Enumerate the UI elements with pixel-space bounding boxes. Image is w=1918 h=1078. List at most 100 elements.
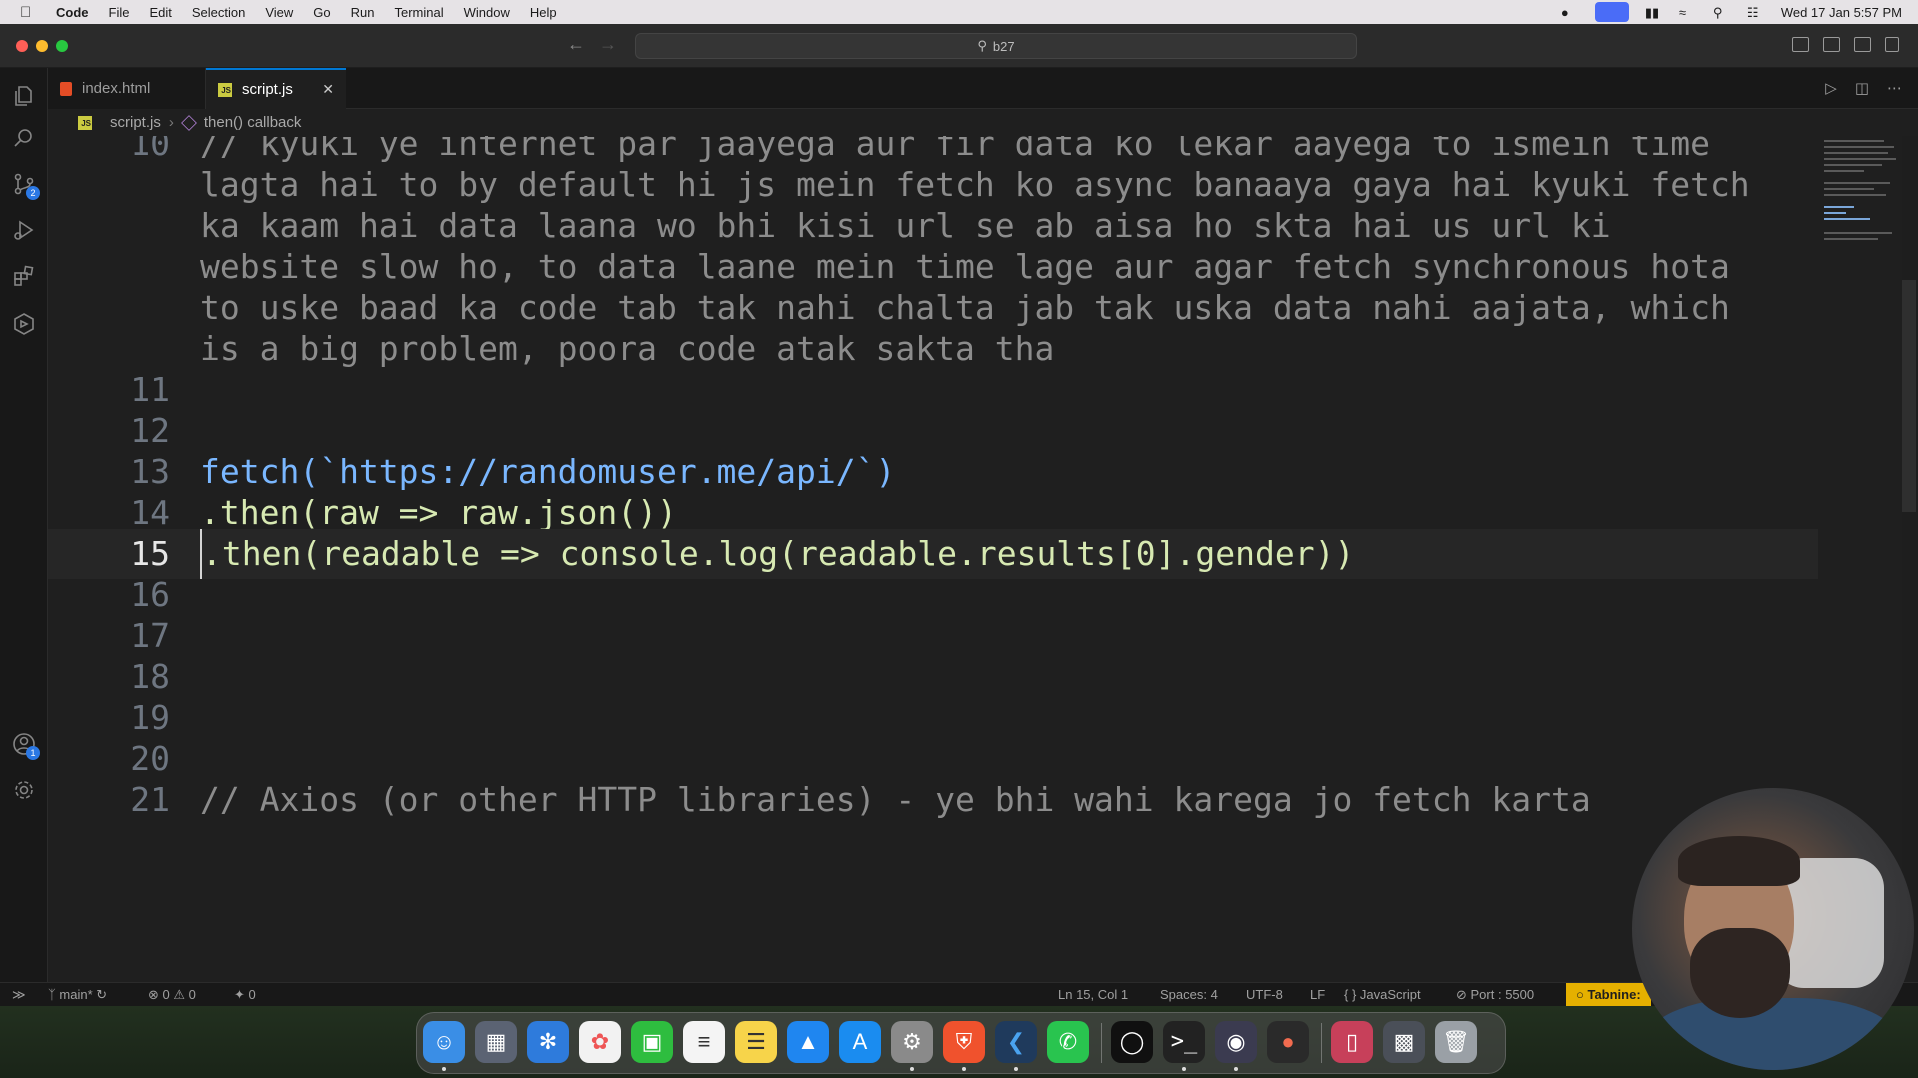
code-line[interactable]: 21 // Axios (or other HTTP libraries) - … [48, 775, 1858, 825]
problems-indicator[interactable]: ⊗ 0 ⚠ 0 [148, 987, 196, 1003]
spotlight-search-icon[interactable]: ⚲ [1713, 5, 1731, 20]
back-arrow-icon[interactable]: ← [567, 34, 585, 55]
split-editor-icon[interactable]: ◫ [1855, 79, 1869, 97]
vscode-icon[interactable]: ❮ [995, 1021, 1037, 1063]
wifi-icon[interactable]: ≈ [1679, 5, 1697, 20]
brave-browser-icon[interactable]: ⛨ [943, 1021, 985, 1063]
facetime-icon[interactable]: ▣ [631, 1021, 673, 1063]
code-editor[interactable]: 10 // kyuki ye internet par jaayega aur … [48, 136, 1858, 982]
error-count: 0 [162, 987, 170, 1002]
search-icon[interactable] [12, 126, 36, 150]
menu-help[interactable]: Help [530, 5, 557, 20]
branch-name: main* [59, 987, 93, 1002]
file-encoding[interactable]: UTF-8 [1246, 987, 1283, 1002]
minimize-window-button[interactable] [36, 40, 48, 52]
notes-icon[interactable]: ☰ [735, 1021, 777, 1063]
remote-indicator-icon[interactable]: ≫ [12, 987, 26, 1003]
presenter-body [1642, 998, 1902, 1070]
menubar-clock[interactable]: Wed 17 Jan 5:57 PM [1781, 5, 1902, 20]
terminal-icon[interactable]: >_ [1163, 1021, 1205, 1063]
cursor-position[interactable]: Ln 15, Col 1 [1058, 987, 1128, 1002]
figma-icon[interactable]: ● [1267, 1021, 1309, 1063]
workspace-name: b27 [992, 38, 1015, 54]
toggle-secondary-sidebar-icon[interactable] [1854, 37, 1871, 52]
tabnine-status[interactable]: ○ Tabnine: [1566, 983, 1651, 1006]
screenshot-folder-icon[interactable]: ▩ [1383, 1021, 1425, 1063]
tab-label: index.html [82, 80, 151, 97]
breadcrumb-symbol[interactable]: then() callback [204, 114, 302, 131]
menu-file[interactable]: File [109, 5, 130, 20]
screen-mirroring-icon[interactable] [1594, 2, 1629, 22]
menu-terminal[interactable]: Terminal [395, 5, 444, 20]
control-center-icon[interactable]: ☷ [1747, 5, 1765, 20]
menu-window[interactable]: Window [464, 5, 510, 20]
source-control-badge: 2 [26, 186, 40, 200]
explorer-icon[interactable] [12, 84, 36, 108]
git-branch[interactable]: ᛉ main* ↻ [48, 987, 107, 1003]
finder-icon[interactable]: ☺ [423, 1021, 465, 1063]
system-settings-icon[interactable]: ⚙ [891, 1021, 933, 1063]
menu-view[interactable]: View [265, 5, 293, 20]
menu-go[interactable]: Go [313, 5, 330, 20]
end-of-line[interactable]: LF [1310, 987, 1325, 1002]
ports-indicator[interactable]: ✦ 0 [234, 987, 256, 1003]
focus-icon[interactable]: ● [1561, 5, 1579, 20]
line-number: 21 [130, 780, 170, 819]
live-server-port[interactable]: ⊘ Port : 5500 [1456, 987, 1534, 1003]
ports-count: 0 [248, 987, 256, 1002]
reminders-icon[interactable]: ≡ [683, 1021, 725, 1063]
menu-run[interactable]: Run [351, 5, 375, 20]
manage-gear-icon[interactable] [12, 778, 36, 802]
editor-scrollbar[interactable] [1902, 280, 1916, 512]
indentation[interactable]: Spaces: 4 [1160, 987, 1218, 1002]
safari-icon[interactable]: ✻ [527, 1021, 569, 1063]
launchpad-icon[interactable]: ▦ [475, 1021, 517, 1063]
tab-label: script.js [242, 81, 293, 98]
close-window-button[interactable] [16, 40, 28, 52]
accounts-icon[interactable]: 1 [12, 732, 40, 760]
macos-menubar:  Code File Edit Selection View Go Run T… [0, 0, 1918, 24]
search-icon: ⚲ [977, 38, 987, 53]
presenter-beard [1690, 928, 1790, 1018]
language-label: JavaScript [1359, 987, 1421, 1002]
customize-layout-icon[interactable] [1885, 37, 1899, 52]
menu-edit[interactable]: Edit [149, 5, 171, 20]
port-label: Port : 5500 [1470, 987, 1535, 1002]
tab-script-js[interactable]: JS script.js ✕ [206, 68, 346, 109]
preview-document-icon[interactable]: ▯ [1331, 1021, 1373, 1063]
keynote-icon[interactable]: ▲ [787, 1021, 829, 1063]
app-store-icon[interactable]: A [839, 1021, 881, 1063]
presenter-hair [1678, 836, 1800, 886]
battery-icon[interactable]: ▮▮ [1645, 5, 1663, 20]
menu-app-code[interactable]: Code [56, 5, 89, 20]
close-tab-icon[interactable]: ✕ [322, 81, 334, 98]
toggle-primary-sidebar-icon[interactable] [1792, 37, 1809, 52]
more-actions-icon[interactable]: ⋯ [1887, 79, 1902, 97]
trash-icon[interactable]: 🗑 [1435, 1021, 1477, 1063]
menu-selection[interactable]: Selection [192, 5, 245, 20]
toggle-panel-icon[interactable] [1823, 37, 1840, 52]
breadcrumb-file[interactable]: script.js [110, 114, 161, 131]
zoom-window-button[interactable] [56, 40, 68, 52]
activity-bar: 2 1 [0, 68, 48, 982]
js-file-icon: JS [218, 82, 232, 97]
photos-icon[interactable]: ✿ [579, 1021, 621, 1063]
whatsapp-icon[interactable]: ✆ [1047, 1021, 1089, 1063]
tab-index-html[interactable]: index.html [48, 68, 206, 109]
source-control-icon[interactable]: 2 [12, 172, 40, 200]
run-file-icon[interactable]: ▷ [1825, 79, 1837, 97]
breadcrumb: JS script.js › then() callback [48, 109, 1918, 136]
status-bar: ≫ ᛉ main* ↻ ⊗ 0 ⚠ 0 ✦ 0 Ln 15, Col 1 Spa… [0, 982, 1918, 1006]
obs-icon[interactable]: ◉ [1215, 1021, 1257, 1063]
language-mode[interactable]: { } JavaScript [1344, 987, 1421, 1002]
warning-count: 0 [188, 987, 196, 1002]
remote-explorer-icon[interactable] [12, 312, 36, 336]
run-debug-icon[interactable] [12, 218, 36, 242]
editor-tab-bar: index.html JS script.js ✕ ▷ ◫ ⋯ [48, 68, 1918, 109]
command-center-search[interactable]: ⚲ b27 [635, 33, 1357, 59]
tabnine-label: Tabnine: [1587, 987, 1641, 1002]
forward-arrow-icon[interactable]: → [599, 34, 617, 55]
apple-menu-icon[interactable]:  [20, 4, 38, 21]
cursor-app-icon[interactable]: ◯ [1111, 1021, 1153, 1063]
extensions-icon[interactable] [12, 264, 36, 288]
